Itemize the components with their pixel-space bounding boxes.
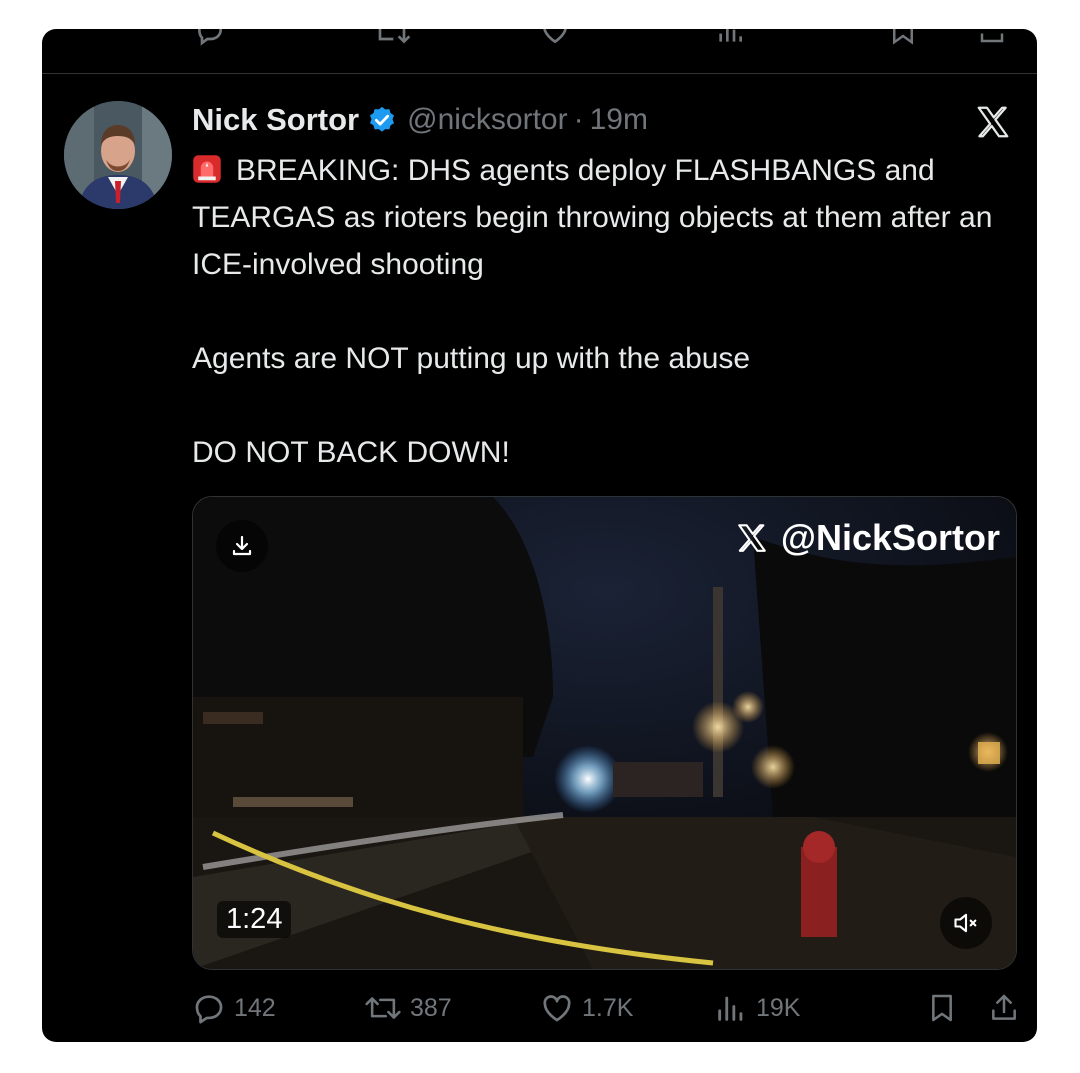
tweet-line-2: Agents are NOT putting up with the abuse xyxy=(192,342,751,375)
share-icon[interactable] xyxy=(977,29,1007,47)
police-siren-icon xyxy=(193,155,221,183)
video-watermark: @NickSortor xyxy=(735,517,1000,559)
tweet-line-1: BREAKING: DHS agents deploy FLASHBANGS a… xyxy=(192,147,1022,288)
reply-count: 142 xyxy=(234,993,276,1022)
tweet-line-3: DO NOT BACK DOWN! xyxy=(192,436,510,469)
bookmark-icon[interactable] xyxy=(888,29,918,47)
watermark-handle: @NickSortor xyxy=(780,517,1000,558)
download-button[interactable] xyxy=(216,520,268,572)
repost-icon[interactable] xyxy=(372,29,412,47)
reply-icon[interactable] xyxy=(194,29,226,47)
tweet-card: Nick Sortor @nicksortor · 19m BREAKING: … xyxy=(42,29,1037,1042)
divider xyxy=(42,73,1037,74)
repost-button[interactable]: 387 xyxy=(364,987,452,1029)
bookmark-button[interactable] xyxy=(926,987,966,1029)
tweet-time[interactable]: 19m xyxy=(590,103,648,137)
mute-button[interactable] xyxy=(940,897,992,949)
muted-speaker-icon xyxy=(954,913,977,933)
avatar[interactable] xyxy=(64,101,172,209)
views-icon[interactable] xyxy=(714,29,746,47)
tweet-header: Nick Sortor @nicksortor · 19m xyxy=(192,99,648,141)
repost-count: 387 xyxy=(410,993,452,1022)
verified-badge-icon xyxy=(370,106,395,132)
video-duration: 1:24 xyxy=(217,901,292,938)
share-button[interactable] xyxy=(988,987,1028,1029)
x-logo-icon xyxy=(977,106,1009,138)
like-icon xyxy=(543,995,571,1022)
like-button[interactable]: 1.7K xyxy=(540,987,633,1029)
views-icon xyxy=(718,996,743,1021)
author-name[interactable]: Nick Sortor xyxy=(192,102,359,138)
previous-tweet-actions xyxy=(42,29,1037,73)
tweet-line-1-text: BREAKING: DHS agents deploy FLASHBANGS a… xyxy=(192,154,993,281)
bookmark-icon xyxy=(932,994,952,1022)
reply-button[interactable]: 142 xyxy=(192,987,276,1029)
download-icon xyxy=(232,535,252,556)
x-logo-icon xyxy=(738,524,766,552)
author-handle[interactable]: @nicksortor xyxy=(407,103,568,137)
like-count: 1.7K xyxy=(582,993,634,1022)
video-player[interactable]: @NickSortor 1:24 xyxy=(192,496,1017,970)
tweet-actions: 142 387 1.7K 19K xyxy=(192,987,1022,1029)
views-count: 19K xyxy=(756,993,801,1022)
tweet-text: BREAKING: DHS agents deploy FLASHBANGS a… xyxy=(192,147,1022,476)
like-icon[interactable] xyxy=(539,29,571,47)
share-icon xyxy=(992,994,1016,1020)
views-button[interactable]: 19K xyxy=(714,987,800,1029)
reply-icon xyxy=(195,995,223,1024)
video-frame xyxy=(193,497,1016,969)
repost-icon xyxy=(365,997,401,1019)
separator: · xyxy=(573,103,584,136)
